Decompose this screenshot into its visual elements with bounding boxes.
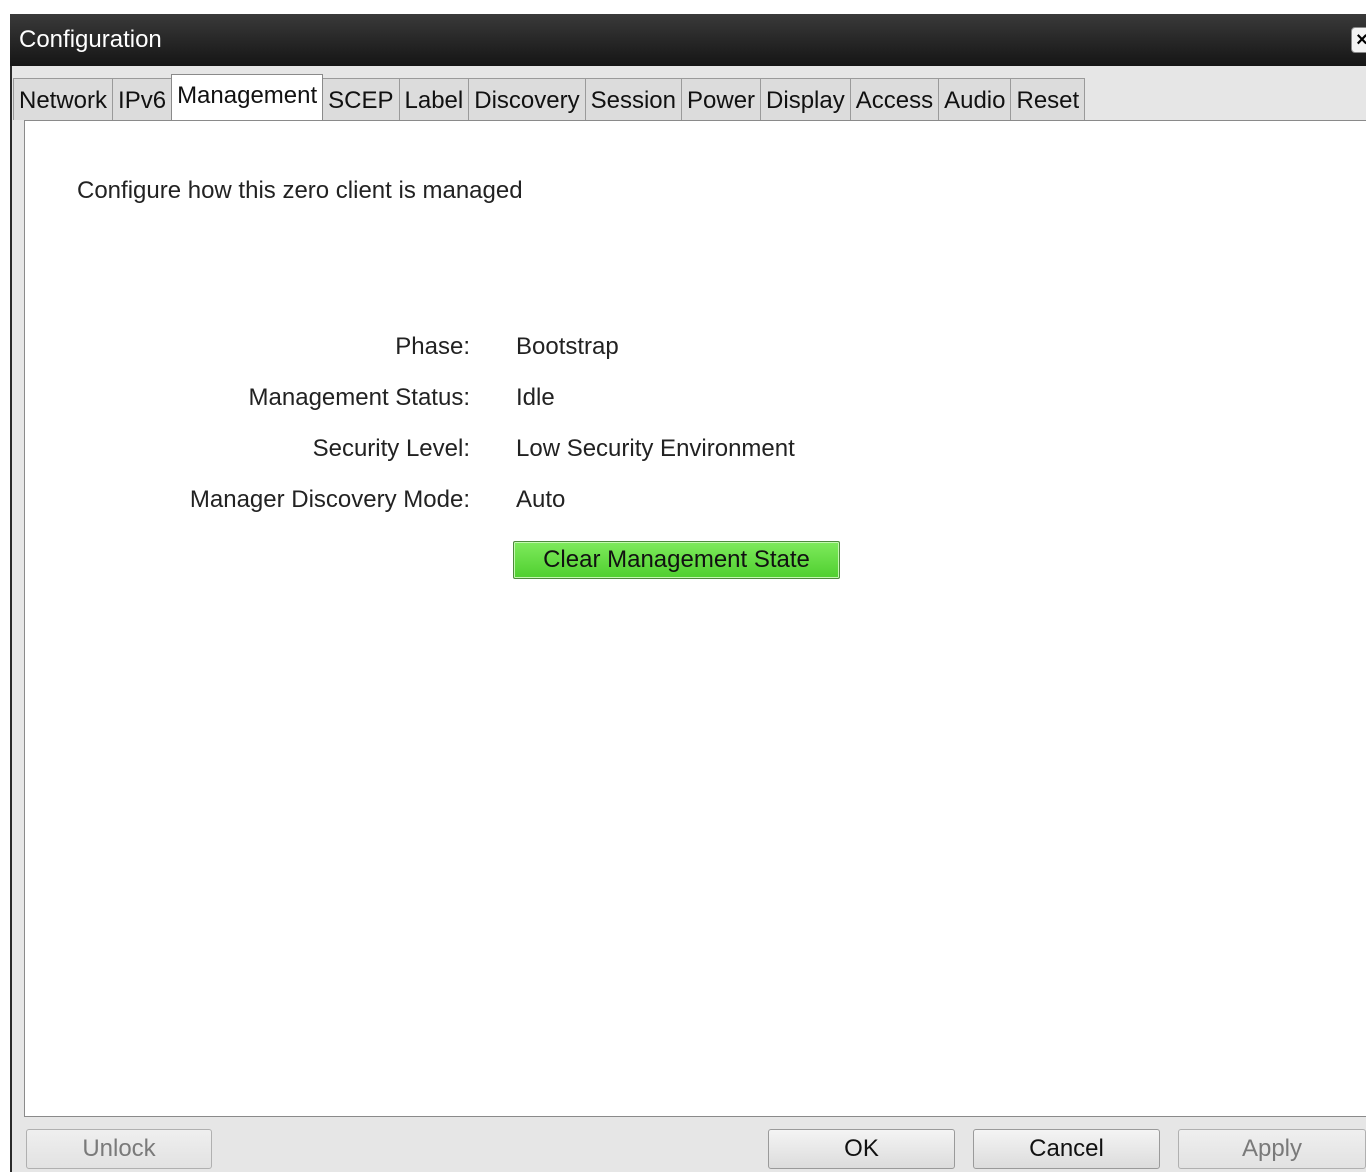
- manager-discovery-mode-value: Auto: [516, 486, 566, 513]
- panel-description: Configure how this zero client is manage…: [77, 177, 523, 204]
- tab-bar: Network IPv6 Management SCEP Label Disco…: [13, 74, 1086, 120]
- tab-audio[interactable]: Audio: [938, 78, 1012, 120]
- tab-display[interactable]: Display: [760, 78, 851, 120]
- apply-button[interactable]: Apply: [1178, 1129, 1366, 1169]
- phase-value: Bootstrap: [516, 333, 619, 360]
- tab-ipv6[interactable]: IPv6: [112, 78, 173, 120]
- cancel-button[interactable]: Cancel: [973, 1129, 1160, 1169]
- tab-label[interactable]: Label: [398, 78, 470, 120]
- tab-access[interactable]: Access: [849, 78, 940, 120]
- tab-power[interactable]: Power: [681, 78, 762, 120]
- ok-button[interactable]: OK: [768, 1129, 955, 1169]
- tab-scep[interactable]: SCEP: [322, 78, 400, 120]
- close-icon[interactable]: ×: [1351, 27, 1366, 53]
- phase-label: Phase:: [395, 333, 470, 360]
- window-title: Configuration: [19, 26, 162, 53]
- manager-discovery-mode-label: Manager Discovery Mode:: [189, 486, 470, 513]
- tab-management[interactable]: Management: [171, 74, 324, 120]
- tab-network[interactable]: Network: [13, 78, 114, 120]
- tab-reset[interactable]: Reset: [1010, 78, 1086, 120]
- management-status-label: Management Status:: [248, 384, 470, 411]
- security-level-value: Low Security Environment: [516, 435, 795, 462]
- management-panel: Configure how this zero client is manage…: [24, 120, 1366, 1117]
- clear-management-state-button[interactable]: Clear Management State: [513, 541, 840, 579]
- security-level-label: Security Level:: [312, 435, 470, 462]
- tab-discovery[interactable]: Discovery: [468, 78, 586, 120]
- management-status-value: Idle: [516, 384, 555, 411]
- tab-session[interactable]: Session: [584, 78, 682, 120]
- unlock-button[interactable]: Unlock: [26, 1129, 212, 1169]
- title-bar: Configuration ×: [10, 14, 1366, 66]
